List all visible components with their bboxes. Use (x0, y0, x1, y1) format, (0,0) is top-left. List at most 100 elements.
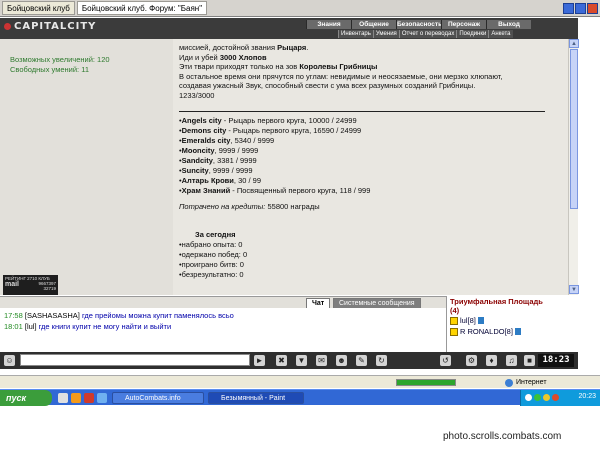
clear-icon[interactable]: ✖ (276, 355, 287, 366)
nav-skills[interactable]: Умения (372, 30, 399, 38)
browser-tab-forum[interactable]: Бойцовский клуб. Форум: "Баян" (76, 1, 208, 15)
clan-badge-icon (450, 316, 458, 325)
rating-counter: РЕЙТИНГ 2710 КЛУБ mail 9667397 32719 (3, 275, 58, 295)
nav-transfer-report[interactable]: Отчет о переводах (398, 30, 457, 38)
sub-nav: Инвентарь Умения Отчет о переводах Поеди… (338, 30, 513, 38)
info-icon[interactable] (477, 317, 484, 324)
tray-network-icon[interactable] (525, 394, 532, 401)
game-clock: 18:23 (538, 354, 574, 367)
tab-chat[interactable]: Чат (306, 298, 331, 308)
list-item: Angels city - Рыцарь первого круга, 1000… (179, 116, 559, 126)
watermark: photo.scrolls.combats.com (443, 431, 562, 442)
main-scrollbar[interactable]: ▲ ▼ (568, 39, 579, 295)
list-item: Demons city - Рыцарь первого круга, 1659… (179, 126, 559, 136)
window-controls (563, 2, 598, 14)
tray-app-icon[interactable] (552, 394, 559, 401)
nav-character[interactable]: Персонаж (441, 20, 486, 29)
location-title: Триумфальная Площадь (450, 297, 543, 306)
chat-line: 18:01 [lul] где книги купит не могу найт… (4, 322, 172, 331)
windows-taskbar: пуск AutoCombats.info Безымянный - Paint… (0, 389, 600, 406)
start-button[interactable]: пуск (0, 390, 52, 406)
chat-nick[interactable]: [lul] (25, 322, 37, 331)
list-item: Mooncity, 9999 / 9999 (179, 146, 559, 156)
scroll-up-icon[interactable]: ▲ (569, 39, 579, 48)
tray-alert-icon[interactable] (543, 394, 550, 401)
list-item: одержано побед: 0 (179, 250, 247, 260)
page-load-progress (396, 379, 456, 386)
smiley-icon[interactable]: ☺ (4, 355, 15, 366)
player-entry[interactable]: R RONALDO[8] (450, 326, 575, 337)
exit-icon[interactable]: ■ (524, 355, 535, 366)
scroll-down-icon[interactable]: ▼ (569, 285, 579, 294)
private-icon[interactable]: ✉ (316, 355, 327, 366)
list-item: Suncity, 9999 / 9999 (179, 166, 559, 176)
task-paint[interactable]: Безымянный - Paint (208, 392, 304, 404)
chat-input[interactable] (20, 354, 250, 366)
main-content: миссией, достойной звания Рыцаря. Иди и … (173, 39, 568, 295)
security-zone: Интернет (505, 377, 547, 388)
quicklaunch-browser-icon[interactable] (71, 393, 81, 403)
rating-value-2: 32719 (43, 286, 56, 291)
list-item: Emeralds city, 5340 / 9999 (179, 136, 559, 146)
credits-spent: Потрачено на кредиты: 55800 награды (179, 202, 320, 211)
refresh-icon[interactable]: ↺ (440, 355, 451, 366)
scroll-thumb[interactable] (570, 49, 578, 209)
chat-log: 17:58 [SASHASASHA] где прейомы можна куп… (0, 308, 446, 352)
history-icon[interactable]: ↻ (376, 355, 387, 366)
close-button[interactable] (587, 2, 598, 14)
quicklaunch-ie-icon[interactable] (97, 393, 107, 403)
location-count: (4) (450, 306, 460, 315)
list-item: Храм Знаний - Посвященный первого круга,… (179, 186, 559, 196)
task-autocombats[interactable]: AutoCombats.info (112, 392, 204, 404)
mission-progress: 1233/3000 (179, 90, 215, 100)
quicklaunch-opera-icon[interactable] (84, 393, 94, 403)
chat-line: 17:58 [SASHASASHA] где прейомы можна куп… (4, 311, 234, 320)
nav-inventory[interactable]: Инвентарь (338, 30, 373, 38)
logo-text: CAPITALCITY (14, 21, 97, 32)
info-icon[interactable] (514, 328, 521, 335)
translit-icon[interactable]: ✎ (356, 355, 367, 366)
browser-status-bar: Интернет (0, 375, 600, 388)
minimize-button[interactable] (563, 2, 574, 14)
chat-toolbar: ☺ ► ✖ ▼ ✉ ☻ ✎ ↻ ↺ ⚙ ♦ ♫ ■ 18:23 (0, 352, 578, 369)
free-skills: Свободных умений: 11 (10, 65, 89, 74)
nav-security[interactable]: Безопасность (396, 20, 442, 29)
browser-tab-club[interactable]: Бойцовский клуб (2, 1, 75, 15)
settings-icon[interactable]: ⚙ (466, 355, 477, 366)
nav-profile[interactable]: Анкета (488, 30, 513, 38)
globe-icon (505, 378, 513, 387)
list-item: Sandcity, 3381 / 9999 (179, 156, 559, 166)
tray-clock: 20:23 (578, 393, 596, 400)
nav-knowledge[interactable]: Знания (306, 20, 351, 29)
game-header: CAPITALCITY Знания Общение Безопасность … (0, 18, 578, 39)
filter-icon[interactable]: ▼ (296, 355, 307, 366)
today-title: За сегодня (195, 230, 236, 239)
today-stats: набрано опыта: 0 одержано побед: 0 проиг… (179, 240, 247, 280)
mission-line-4: В остальное время они прячутся по углам:… (179, 71, 503, 81)
list-item: проиграно битв: 0 (179, 260, 247, 270)
emotes-icon[interactable]: ☻ (336, 355, 347, 366)
mission-line-2: Иди и убей 3000 Хлопов (179, 52, 267, 62)
tray-status-icon[interactable] (534, 394, 541, 401)
rating-brand: mail (5, 281, 20, 288)
nav-communication[interactable]: Общение (351, 20, 396, 29)
friends-icon[interactable]: ♦ (486, 355, 497, 366)
list-item: набрано опыта: 0 (179, 240, 247, 250)
sound-icon[interactable]: ♫ (506, 355, 517, 366)
chat-nick[interactable]: [SASHASASHA] (25, 311, 80, 320)
maximize-button[interactable] (575, 2, 586, 14)
left-panel: Возможных увеличений: 120 Свободных умен… (0, 39, 173, 295)
nav-battles[interactable]: Поединки (456, 30, 489, 38)
quicklaunch-desktop-icon[interactable] (58, 393, 68, 403)
screen: Бойцовский клуб Бойцовский клуб. Форум: … (0, 0, 600, 450)
send-icon[interactable]: ► (254, 355, 265, 366)
logo-emblem-icon (4, 22, 11, 30)
online-panel: Триумфальная Площадь (4) lul[8] R RONALD… (446, 296, 578, 352)
mission-line-5: создавая ужасный Звук, способный свести … (179, 81, 476, 90)
browser-tab-strip: Бойцовский клуб Бойцовский клуб. Форум: … (0, 0, 600, 17)
tab-system-messages[interactable]: Системные сообщения (333, 298, 421, 308)
player-entry[interactable]: lul[8] (450, 315, 575, 326)
possible-increases: Возможных увеличений: 120 (10, 55, 110, 64)
system-tray: 20:23 (520, 390, 600, 406)
nav-exit[interactable]: Выход (486, 20, 531, 29)
